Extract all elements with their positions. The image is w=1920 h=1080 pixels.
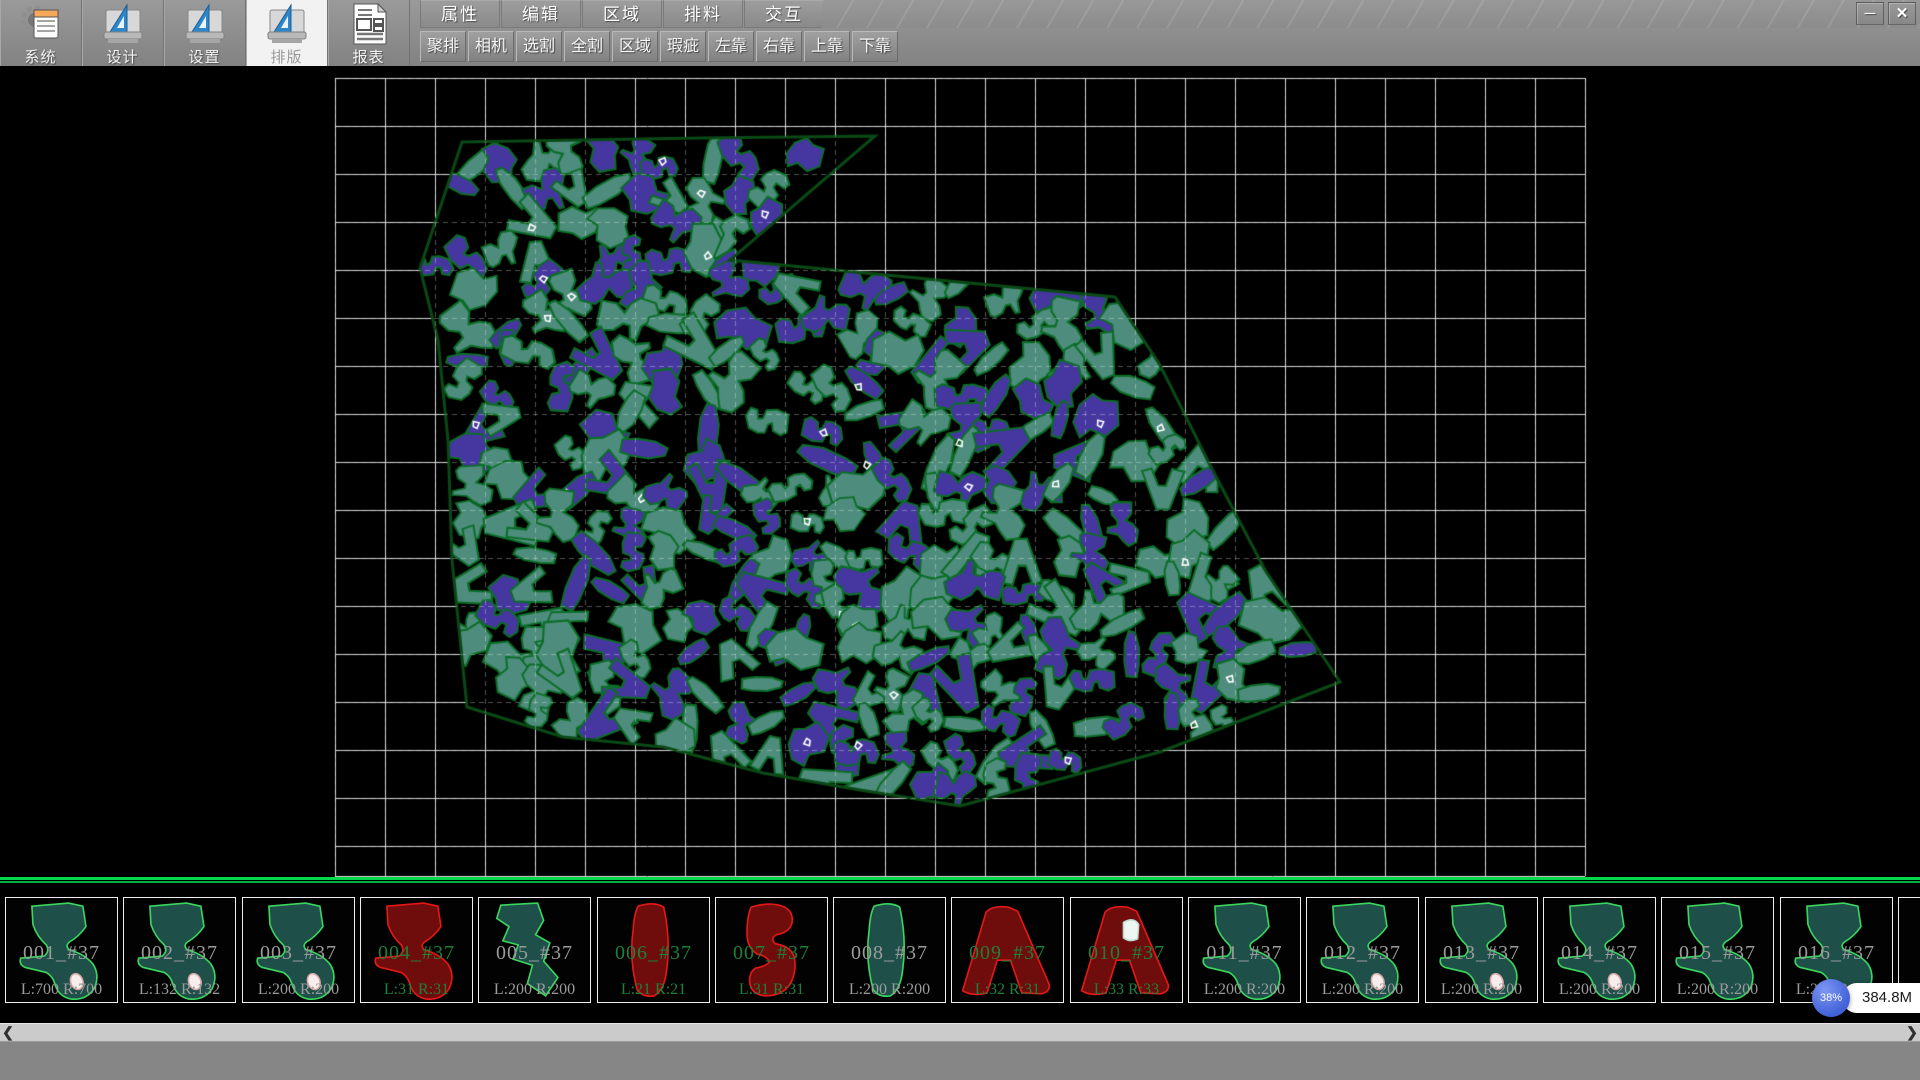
tool-button-10[interactable]: 下靠 <box>852 31 898 62</box>
menu-tab-4[interactable]: 排料 <box>663 0 743 28</box>
gear-doc-icon <box>18 2 64 46</box>
pattern-thumbnail-011_#37[interactable]: 011_#37 L:200 R:200 <box>1188 897 1301 1003</box>
pattern-name: 014_#37 <box>1544 942 1655 965</box>
tool-button-5[interactable]: 区域 <box>612 31 658 62</box>
pattern-name: 004_#37 <box>361 942 472 965</box>
pattern-thumbnail-014_#37[interactable]: 014_#37 L:200 R:200 <box>1543 897 1656 1003</box>
main-toolbar: 系统 设计 设置 排版 报表 属性编辑区域排料交互 ─ ✕ 聚排相机选割全割区域… <box>0 0 1920 66</box>
mode-button-label: 设置 <box>188 46 220 67</box>
pattern-thumbnail-010_#37[interactable]: 010_#37 L:33 R:33 <box>1070 897 1183 1003</box>
tool-button-2[interactable]: 相机 <box>468 31 514 62</box>
pattern-lr-count: L:200 R:200 <box>1307 981 1418 999</box>
report-icon <box>346 2 392 46</box>
pattern-lr-count: L:200 R:200 <box>479 981 590 999</box>
tool-button-4[interactable]: 全割 <box>564 31 610 62</box>
pattern-lr-count: L:200 R:200 <box>834 981 945 999</box>
pattern-lr-count: L:33 R:33 <box>1071 981 1182 999</box>
nesting-viewport[interactable] <box>0 66 1920 877</box>
menu-tab-2[interactable]: 编辑 <box>501 0 581 28</box>
pattern-thumbnail-004_#37[interactable]: 004_#37 L:31 R:31 <box>360 897 473 1003</box>
pattern-name: 008_#37 <box>834 942 945 965</box>
horizontal-scrollbar[interactable]: ❮ ❯ <box>0 1023 1920 1041</box>
pattern-lr-count: L:200 R:200 <box>1544 981 1655 999</box>
mode-button-3[interactable]: 设置 <box>164 0 246 66</box>
pattern-thumbnail-001_#37[interactable]: 001_#37 L:700 R:700 <box>5 897 118 1003</box>
tool-button-8[interactable]: 右靠 <box>756 31 802 62</box>
pattern-name: 016_#37 <box>1781 942 1892 965</box>
tool-button-row: 聚排相机选割全割区域瑕疵左靠右靠上靠下靠 <box>420 31 900 63</box>
pattern-name: 003_#37 <box>243 942 354 965</box>
pattern-lr-count: L:31 R:31 <box>361 981 472 999</box>
memory-value: 384.8M <box>1842 983 1920 1013</box>
menu-tab-row: 属性编辑区域排料交互 <box>420 0 825 28</box>
pattern-name: 009_#37 <box>952 942 1063 965</box>
tool-button-3[interactable]: 选割 <box>516 31 562 62</box>
menu-tab-3[interactable]: 区域 <box>582 0 662 28</box>
mode-button-label: 排版 <box>270 46 302 67</box>
pattern-lr-count: L:700 R:700 <box>6 981 117 999</box>
pattern-thumbnail-002_#37[interactable]: 002_#37 L:132 R:132 <box>123 897 236 1003</box>
pattern-thumbnail-006_#37[interactable]: 006_#37 L:21 R:21 <box>597 897 710 1003</box>
ruler-icon <box>264 2 310 46</box>
app-mode-buttons: 系统 设计 设置 排版 报表 <box>0 0 410 66</box>
pattern-name: 012_#37 <box>1307 942 1418 965</box>
mode-button-label: 报表 <box>352 46 384 67</box>
tool-button-6[interactable]: 瑕疵 <box>660 31 706 62</box>
pattern-thumbnail-007_#37[interactable]: 007_#37 L:31 R:31 <box>715 897 828 1003</box>
pattern-thumbnail-013_#37[interactable]: 013_#37 L:200 R:200 <box>1425 897 1538 1003</box>
pattern-thumbnail-015_#37[interactable]: 015_#37 L:200 R:200 <box>1661 897 1774 1003</box>
pattern-name: 013_#37 <box>1426 942 1537 965</box>
pattern-thumbnail-003_#37[interactable]: 003_#37 L:200 R:200 <box>242 897 355 1003</box>
pattern-name: 007_#37 <box>716 942 827 965</box>
pattern-lr-count: L:200 R:200 <box>1426 981 1537 999</box>
tool-button-7[interactable]: 左靠 <box>708 31 754 62</box>
tool-button-9[interactable]: 上靠 <box>804 31 850 62</box>
pattern-name: 001_#37 <box>6 942 117 965</box>
pattern-thumbnail-012_#37[interactable]: 012_#37 L:200 R:200 <box>1306 897 1419 1003</box>
window-controls: ─ ✕ <box>1856 2 1916 25</box>
menu-tab-5[interactable]: 交互 <box>744 0 824 28</box>
pattern-name: 006_#37 <box>598 942 709 965</box>
pattern-name: 010_#37 <box>1071 942 1182 965</box>
pattern-lr-count: L:200 R:200 <box>243 981 354 999</box>
pattern-lr-count: L:32 R:31 <box>952 981 1063 999</box>
pattern-lr-count: L:21 R:21 <box>598 981 709 999</box>
ruler-icon <box>100 2 146 46</box>
pattern-thumbnail-009_#37[interactable]: 009_#37 L:32 R:31 <box>951 897 1064 1003</box>
menu-tab-1[interactable]: 属性 <box>420 0 500 28</box>
scroll-right-arrow-icon[interactable]: ❯ <box>1904 1024 1920 1042</box>
strip-separator-line <box>0 877 1920 880</box>
mode-button-label: 设计 <box>106 46 138 67</box>
pattern-thumbnail-005_#37[interactable]: 005_#37 L:200 R:200 <box>478 897 591 1003</box>
pattern-lr-count: L:200 R:200 <box>1189 981 1300 999</box>
mode-button-4[interactable]: 排版 <box>246 0 328 66</box>
mode-button-1[interactable]: 系统 <box>0 0 82 66</box>
memory-percent: 38% <box>1812 979 1850 1017</box>
tool-button-1[interactable]: 聚排 <box>420 31 466 62</box>
pattern-name: 002_#37 <box>124 942 235 965</box>
pattern-thumbnail-strip: 001_#37 L:700 R:700 002_#37 L:132 R:132 … <box>0 883 1920 1023</box>
pattern-lr-count: L:200 R:200 <box>1662 981 1773 999</box>
mode-button-2[interactable]: 设计 <box>82 0 164 66</box>
ruler-icon <box>182 2 228 46</box>
pattern-lr-count: L:132 R:132 <box>124 981 235 999</box>
pattern-thumbnail-008_#37[interactable]: 008_#37 L:200 R:200 <box>833 897 946 1003</box>
pattern-name: 015_#37 <box>1662 942 1773 965</box>
pattern-name: 011_#37 <box>1189 942 1300 965</box>
status-bar <box>0 1041 1920 1080</box>
mode-button-label: 系统 <box>24 46 56 67</box>
scroll-left-arrow-icon[interactable]: ❮ <box>0 1024 16 1042</box>
title-bar <box>822 0 1920 28</box>
mode-button-5[interactable]: 报表 <box>328 0 410 66</box>
minimize-button[interactable]: ─ <box>1856 2 1884 25</box>
pattern-lr-count: L:31 R:31 <box>716 981 827 999</box>
close-button[interactable]: ✕ <box>1888 2 1916 25</box>
pattern-name: 005_#37 <box>479 942 590 965</box>
